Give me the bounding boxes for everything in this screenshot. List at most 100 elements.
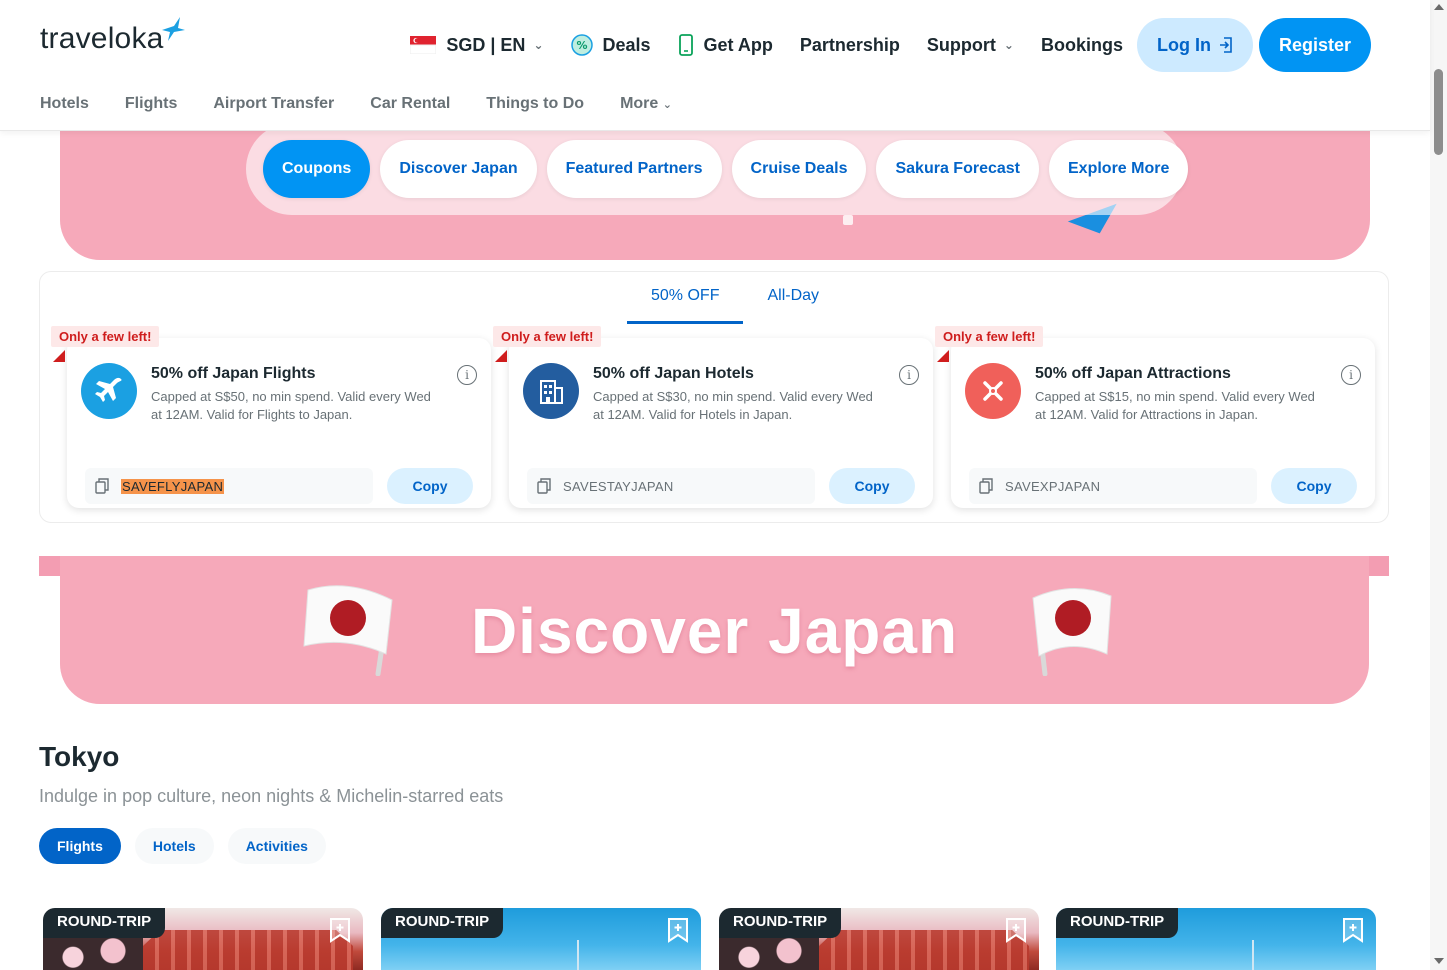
currency-language-label: SGD | EN	[446, 34, 526, 55]
coupon-code[interactable]: SAVEFLYJAPAN	[121, 478, 225, 494]
logo-text: traveloka	[40, 22, 164, 55]
coupon-title: 50% off Japan Attractions	[1035, 365, 1231, 382]
deals-label: Deals	[602, 34, 651, 55]
tab-featured-partners[interactable]: Featured Partners	[546, 140, 722, 198]
singapore-flag-icon	[410, 36, 437, 54]
product-subnav: Hotels Flights Airport Transfer Car Rent…	[40, 95, 672, 113]
bookmark-icon[interactable]	[1005, 917, 1027, 943]
subnav-hotels[interactable]: Hotels	[40, 95, 89, 113]
subnav-more-label: More	[620, 95, 659, 112]
banner-body: Discover Japan	[60, 556, 1369, 704]
temple-image	[143, 930, 353, 970]
coupon-panel: 50% OFF All-Day Only a few left! 50% off…	[39, 271, 1389, 523]
ribbon-fold	[937, 350, 949, 362]
login-label: Log In	[1156, 34, 1211, 55]
scrollbar-thumb[interactable]	[1434, 69, 1443, 155]
trip-type-badge: ROUND-TRIP	[719, 908, 842, 938]
currency-language-selector[interactable]: SGD | EN ⌄	[410, 34, 544, 56]
coupon-code[interactable]: SAVEXPJAPAN	[1005, 479, 1100, 494]
chevron-down-icon: ⌄	[533, 38, 544, 52]
login-icon	[1219, 37, 1232, 53]
section-subtitle: Indulge in pop culture, neon nights & Mi…	[39, 786, 504, 806]
deal-card[interactable]: ROUND-TRIP	[43, 908, 363, 970]
airplane-icon	[81, 363, 137, 419]
attraction-icon	[965, 363, 1021, 419]
coupon-code-box[interactable]: SAVEFLYJAPAN	[85, 468, 373, 504]
trip-type-badge: ROUND-TRIP	[1056, 908, 1179, 938]
campaign-tabs: Coupons Discover Japan Featured Partners…	[246, 123, 1189, 215]
tokyo-product-tabs: Flights Hotels Activities	[39, 828, 326, 864]
tab-sakura-forecast[interactable]: Sakura Forecast	[876, 140, 1039, 198]
info-icon[interactable]: i	[457, 365, 477, 385]
tab-hotels[interactable]: Hotels	[134, 828, 214, 864]
svg-text:%: %	[576, 39, 587, 52]
traveloka-logo[interactable]: traveloka	[40, 16, 186, 56]
coupon-card-attractions: Only a few left! 50% off Japan Attractio…	[935, 326, 1375, 508]
bookings-label: Bookings	[1040, 34, 1123, 55]
copy-icon	[979, 478, 993, 494]
coupon-title: 50% off Japan Hotels	[593, 365, 754, 382]
get-app-label: Get App	[703, 34, 773, 55]
support-label: Support	[926, 34, 996, 55]
coupon-code-box[interactable]: SAVESTAYJAPAN	[527, 468, 815, 504]
deal-card[interactable]: ROUND-TRIP	[381, 908, 701, 970]
scroll-down-arrow-icon[interactable]	[1434, 958, 1444, 964]
hotel-building-icon	[523, 363, 579, 419]
subnav-things-to-do[interactable]: Things to Do	[486, 95, 584, 113]
coupon-code[interactable]: SAVESTAYJAPAN	[563, 479, 674, 494]
tab-flights[interactable]: Flights	[39, 828, 121, 864]
login-button[interactable]: Log In	[1136, 18, 1253, 72]
info-icon[interactable]: i	[1341, 365, 1361, 385]
coupon-card-flights: Only a few left! 50% off Japan Flights C…	[51, 326, 491, 508]
stock-badge: Only a few left!	[51, 326, 160, 347]
copy-button[interactable]: Copy	[829, 468, 915, 504]
tab-coupons[interactable]: Coupons	[263, 140, 371, 198]
section-title: Tokyo	[39, 741, 120, 772]
subnav-flights[interactable]: Flights	[125, 95, 177, 113]
register-button[interactable]: Register	[1258, 18, 1371, 72]
copy-button[interactable]: Copy	[1271, 468, 1357, 504]
carousel-dot[interactable]	[843, 215, 853, 225]
bookmark-icon[interactable]	[667, 917, 689, 943]
chevron-down-icon: ⌄	[662, 99, 672, 111]
coupon-description: Capped at S$30, no min spend. Valid ever…	[593, 389, 873, 422]
coupon-card-hotels: Only a few left! 50% off Japan Hotels Ca…	[493, 326, 933, 508]
site-header: traveloka SGD | EN ⌄ % Deals Get App Par…	[0, 0, 1430, 131]
copy-button[interactable]: Copy	[387, 468, 473, 504]
support-menu[interactable]: Support ⌄	[927, 35, 1014, 56]
scroll-up-arrow-icon[interactable]	[1434, 4, 1444, 10]
deal-card[interactable]: ROUND-TRIP	[719, 908, 1039, 970]
temple-image	[819, 930, 1029, 970]
deals-link[interactable]: % Deals	[570, 34, 651, 56]
coupon-description: Capped at S$50, no min spend. Valid ever…	[151, 389, 431, 422]
ribbon-fold	[53, 350, 65, 362]
tab-activities[interactable]: Activities	[227, 828, 326, 864]
tab-cruise-deals[interactable]: Cruise Deals	[731, 140, 867, 198]
tab-50-off[interactable]: 50% OFF	[627, 287, 744, 324]
copy-icon	[95, 478, 109, 494]
get-app-link[interactable]: Get App	[678, 34, 773, 56]
ribbon-fold	[495, 350, 507, 362]
top-navigation: SGD | EN ⌄ % Deals Get App Partnership S…	[383, 18, 1371, 72]
chevron-down-icon: ⌄	[1003, 38, 1014, 52]
partnership-link[interactable]: Partnership	[800, 35, 900, 56]
deals-percent-icon: %	[570, 34, 593, 56]
info-icon[interactable]: i	[899, 365, 919, 385]
coupon-code-box[interactable]: SAVEXPJAPAN	[969, 468, 1257, 504]
tab-discover-japan[interactable]: Discover Japan	[380, 140, 537, 198]
subnav-car-rental[interactable]: Car Rental	[370, 95, 450, 113]
deal-card[interactable]: ROUND-TRIP	[1056, 908, 1376, 970]
subnav-airport-transfer[interactable]: Airport Transfer	[213, 95, 334, 113]
trip-type-badge: ROUND-TRIP	[381, 908, 504, 938]
bookings-link[interactable]: Bookings	[1041, 35, 1123, 56]
discover-japan-banner: Discover Japan	[39, 556, 1389, 704]
partnership-label: Partnership	[799, 34, 900, 55]
bookmark-icon[interactable]	[329, 917, 351, 943]
bookmark-icon[interactable]	[1342, 917, 1364, 943]
mobile-phone-icon	[678, 34, 694, 56]
tab-explore-more[interactable]: Explore More	[1049, 140, 1189, 198]
tab-all-day[interactable]: All-Day	[743, 287, 843, 324]
register-label: Register	[1278, 34, 1351, 55]
page-scrollbar[interactable]	[1430, 0, 1447, 970]
subnav-more[interactable]: More ⌄	[620, 95, 672, 113]
